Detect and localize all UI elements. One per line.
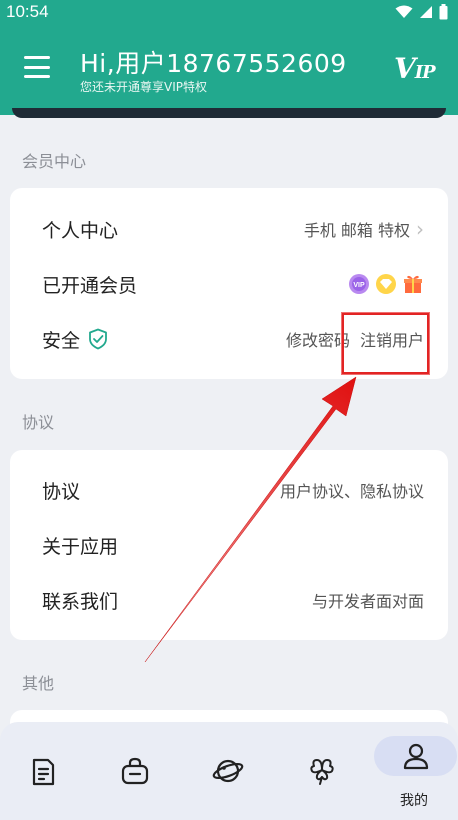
annotation-arrow bbox=[144, 376, 357, 663]
profile-icon[interactable] bbox=[402, 742, 430, 770]
clover-icon[interactable] bbox=[308, 756, 336, 786]
planet-icon[interactable] bbox=[212, 756, 244, 786]
nav-label-mine[interactable]: 我的 bbox=[400, 790, 428, 810]
document-icon[interactable] bbox=[30, 758, 56, 786]
bag-icon[interactable] bbox=[120, 757, 150, 785]
